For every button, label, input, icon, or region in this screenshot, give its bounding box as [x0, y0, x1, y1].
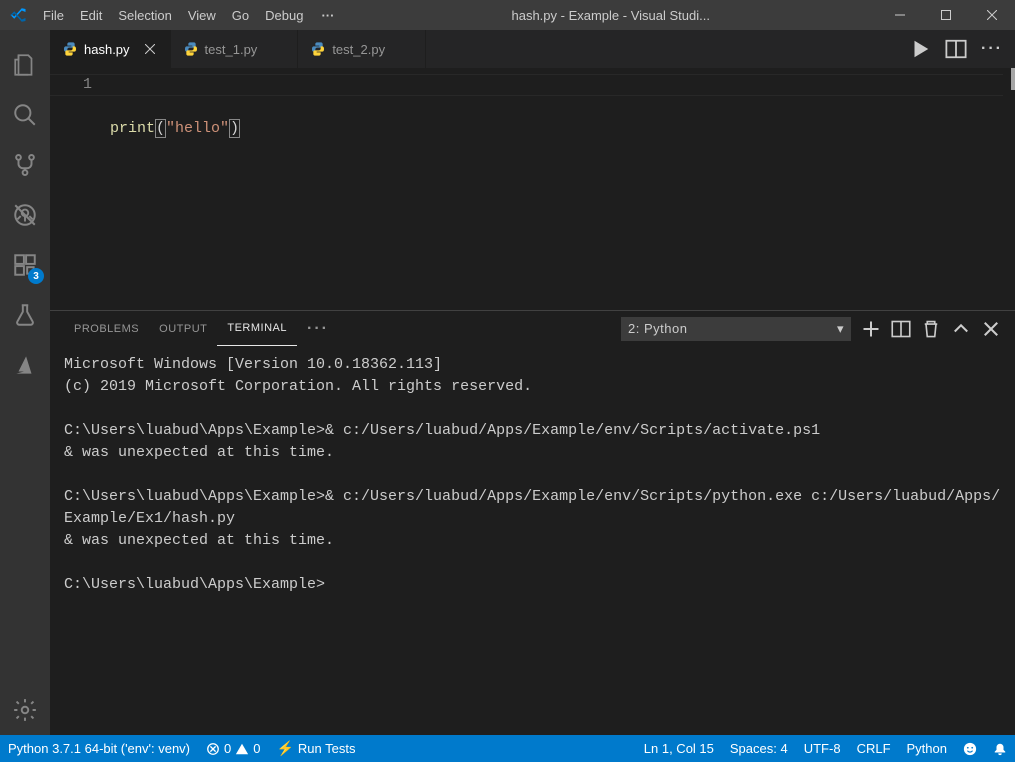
beaker-icon[interactable] — [0, 290, 50, 340]
close-panel-icon[interactable] — [981, 319, 1001, 339]
warning-count: 0 — [253, 741, 260, 756]
menu-debug[interactable]: Debug — [257, 0, 311, 30]
menu-bar: File Edit Selection View Go Debug ··· — [35, 0, 344, 30]
editor-tabs: hash.py test_1.py × test_2.py × ··· — [50, 30, 1015, 68]
source-control-icon[interactable] — [0, 140, 50, 190]
kill-terminal-icon[interactable] — [921, 319, 941, 339]
status-python-interpreter[interactable]: Python 3.7.1 64-bit ('env': venv) — [0, 735, 198, 762]
bolt-icon: ⚡ — [276, 740, 293, 757]
panel-tab-overflow-icon[interactable]: ··· — [297, 311, 339, 346]
minimap-slider[interactable] — [1011, 68, 1015, 90]
status-language[interactable]: Python — [899, 735, 955, 762]
tab-hash-py[interactable]: hash.py — [50, 30, 171, 68]
bottom-panel: Problems Output Terminal ··· 2: Python ▾… — [50, 310, 1015, 735]
python-file-icon — [183, 41, 199, 57]
chevron-down-icon: ▾ — [837, 321, 844, 337]
status-feedback-icon[interactable] — [955, 735, 985, 762]
tab-label: test_1.py — [205, 42, 258, 57]
run-tests-label: Run Tests — [298, 741, 356, 756]
status-encoding[interactable]: UTF-8 — [796, 735, 849, 762]
extensions-badge: 3 — [28, 268, 44, 284]
warning-icon — [235, 742, 249, 756]
activity-bar: 3 — [0, 30, 50, 735]
python-file-icon — [310, 41, 326, 57]
error-count: 0 — [224, 741, 231, 756]
new-terminal-icon[interactable] — [861, 319, 881, 339]
menu-selection[interactable]: Selection — [110, 0, 179, 30]
menu-view[interactable]: View — [180, 0, 224, 30]
panel-tab-output[interactable]: Output — [149, 311, 217, 346]
close-button[interactable] — [969, 0, 1015, 30]
window-controls — [877, 0, 1015, 30]
more-actions-icon[interactable]: ··· — [981, 38, 1003, 60]
token-function: print — [110, 120, 155, 137]
status-spaces[interactable]: Spaces: 4 — [722, 735, 796, 762]
extensions-icon[interactable]: 3 — [0, 240, 50, 290]
minimize-button[interactable] — [877, 0, 923, 30]
search-icon[interactable] — [0, 90, 50, 140]
python-file-icon — [62, 41, 78, 57]
azure-icon[interactable] — [0, 340, 50, 390]
debug-icon[interactable] — [0, 190, 50, 240]
editor-actions: ··· — [897, 30, 1015, 68]
status-bar: Python 3.7.1 64-bit ('env': venv) 0 0 ⚡ … — [0, 735, 1015, 762]
window-title: hash.py - Example - Visual Studi... — [344, 8, 877, 23]
menu-overflow-icon[interactable]: ··· — [311, 0, 344, 30]
split-editor-icon[interactable] — [945, 38, 967, 60]
tab-label: test_2.py — [332, 42, 385, 57]
split-terminal-icon[interactable] — [891, 319, 911, 339]
explorer-icon[interactable] — [0, 40, 50, 90]
token-string: "hello" — [166, 120, 229, 137]
status-eol[interactable]: CRLF — [849, 735, 899, 762]
status-run-tests[interactable]: ⚡ Run Tests — [268, 735, 363, 762]
token-paren-close: ) — [229, 119, 240, 138]
status-notifications-icon[interactable] — [985, 735, 1015, 762]
status-problems[interactable]: 0 0 — [198, 735, 268, 762]
menu-file[interactable]: File — [35, 0, 72, 30]
panel-tab-terminal[interactable]: Terminal — [217, 311, 297, 346]
run-icon[interactable] — [909, 38, 931, 60]
maximize-button[interactable] — [923, 0, 969, 30]
menu-edit[interactable]: Edit — [72, 0, 110, 30]
code-editor[interactable]: 1 print("hello") — [50, 68, 1015, 310]
panel-tab-problems[interactable]: Problems — [64, 311, 149, 346]
terminal-output[interactable]: Microsoft Windows [Version 10.0.18362.11… — [50, 346, 1015, 735]
tab-test-1-py[interactable]: test_1.py × — [171, 30, 299, 68]
close-icon[interactable] — [142, 41, 158, 57]
token-paren-open: ( — [155, 119, 166, 138]
vscode-logo-icon — [0, 6, 35, 24]
title-bar: File Edit Selection View Go Debug ··· ha… — [0, 0, 1015, 30]
panel-tabs: Problems Output Terminal ··· 2: Python ▾ — [50, 311, 1015, 346]
tab-test-2-py[interactable]: test_2.py × — [298, 30, 426, 68]
status-ln-col[interactable]: Ln 1, Col 15 — [636, 735, 722, 762]
error-icon — [206, 742, 220, 756]
line-gutter: 1 — [50, 68, 110, 310]
menu-go[interactable]: Go — [224, 0, 257, 30]
code-content[interactable]: print("hello") — [110, 68, 1015, 310]
terminal-selector-label: 2: Python — [628, 321, 687, 336]
tab-label: hash.py — [84, 42, 130, 57]
settings-gear-icon[interactable] — [0, 685, 50, 735]
maximize-panel-icon[interactable] — [951, 319, 971, 339]
terminal-selector[interactable]: 2: Python ▾ — [621, 317, 851, 341]
